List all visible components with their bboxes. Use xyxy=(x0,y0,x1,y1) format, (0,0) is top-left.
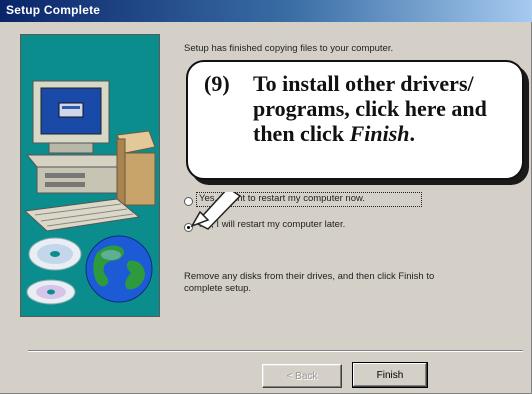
setup-complete-dialog: Setup Complete Setup has finished copyin… xyxy=(0,0,532,394)
callout-line-2: programs, click here and xyxy=(253,96,487,121)
callout-line-3: then click Finish. xyxy=(253,121,487,146)
window-title: Setup Complete xyxy=(6,3,101,17)
callout-text: To install other drivers/ programs, clic… xyxy=(253,71,487,146)
separator xyxy=(28,350,523,352)
back-button[interactable]: < Back xyxy=(262,364,342,388)
callout-line-1: To install other drivers/ xyxy=(253,71,474,96)
callout-line-3-suffix: . xyxy=(409,121,416,146)
title-bar[interactable]: Setup Complete xyxy=(0,0,532,22)
callout-arrow-icon xyxy=(190,192,242,230)
instructions-line-1: Remove any disks from their drives, and … xyxy=(184,271,435,282)
globe-icon xyxy=(85,235,153,303)
finish-button[interactable]: Finish xyxy=(352,362,428,388)
setup-illustration xyxy=(20,34,160,317)
intro-text: Setup has finished copying files to your… xyxy=(184,43,394,54)
instructions-line-2: complete setup. xyxy=(184,283,252,294)
callout-box: (9) To install other drivers/ programs, … xyxy=(186,60,524,180)
callout-number: (9) xyxy=(204,71,230,96)
callout-line-3-prefix: then click xyxy=(253,121,350,146)
callout-finish-word: Finish xyxy=(349,121,410,146)
